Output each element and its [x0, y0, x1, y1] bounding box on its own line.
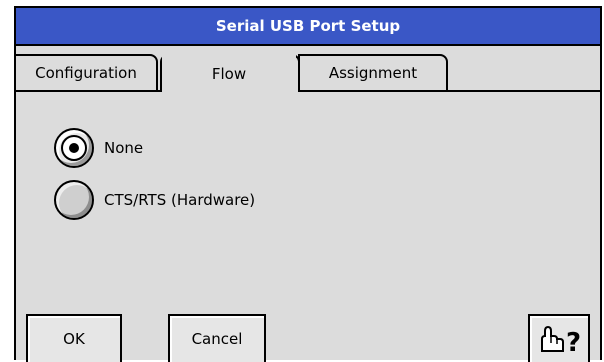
- title-bar: Serial USB Port Setup: [16, 8, 600, 46]
- dialog-window: Serial USB Port Setup Configuration Flow…: [14, 6, 602, 362]
- svg-text:?: ?: [566, 328, 581, 357]
- radio-label-cts-rts: CTS/RTS (Hardware): [104, 191, 256, 209]
- cancel-button[interactable]: Cancel: [168, 314, 266, 362]
- help-button[interactable]: ?: [528, 314, 590, 362]
- radio-button-none[interactable]: [54, 128, 94, 168]
- tab-strip: Configuration Flow Assignment: [16, 46, 600, 92]
- radio-label-none: None: [104, 139, 144, 157]
- radio-option-cts-rts[interactable]: CTS/RTS (Hardware): [54, 180, 255, 220]
- radio-option-none[interactable]: None: [54, 128, 143, 168]
- ok-button-label: OK: [63, 330, 85, 348]
- radio-inner-ring: [61, 135, 87, 161]
- window-title: Serial USB Port Setup: [215, 17, 401, 35]
- tab-assignment[interactable]: Assignment: [298, 54, 448, 90]
- ok-button[interactable]: OK: [26, 314, 122, 362]
- radio-button-cts-rts[interactable]: [54, 180, 94, 220]
- tab-divider-line: [16, 90, 600, 92]
- tab-flow-label: Flow: [211, 65, 247, 83]
- tab-flow[interactable]: Flow: [162, 54, 296, 92]
- pointing-hand-question-icon: ?: [541, 325, 581, 357]
- tab-configuration[interactable]: Configuration: [16, 54, 158, 90]
- tab-assignment-label: Assignment: [328, 64, 418, 82]
- tab-configuration-label: Configuration: [35, 64, 137, 82]
- cancel-button-label: Cancel: [191, 330, 243, 348]
- radio-selected-dot: [69, 143, 79, 153]
